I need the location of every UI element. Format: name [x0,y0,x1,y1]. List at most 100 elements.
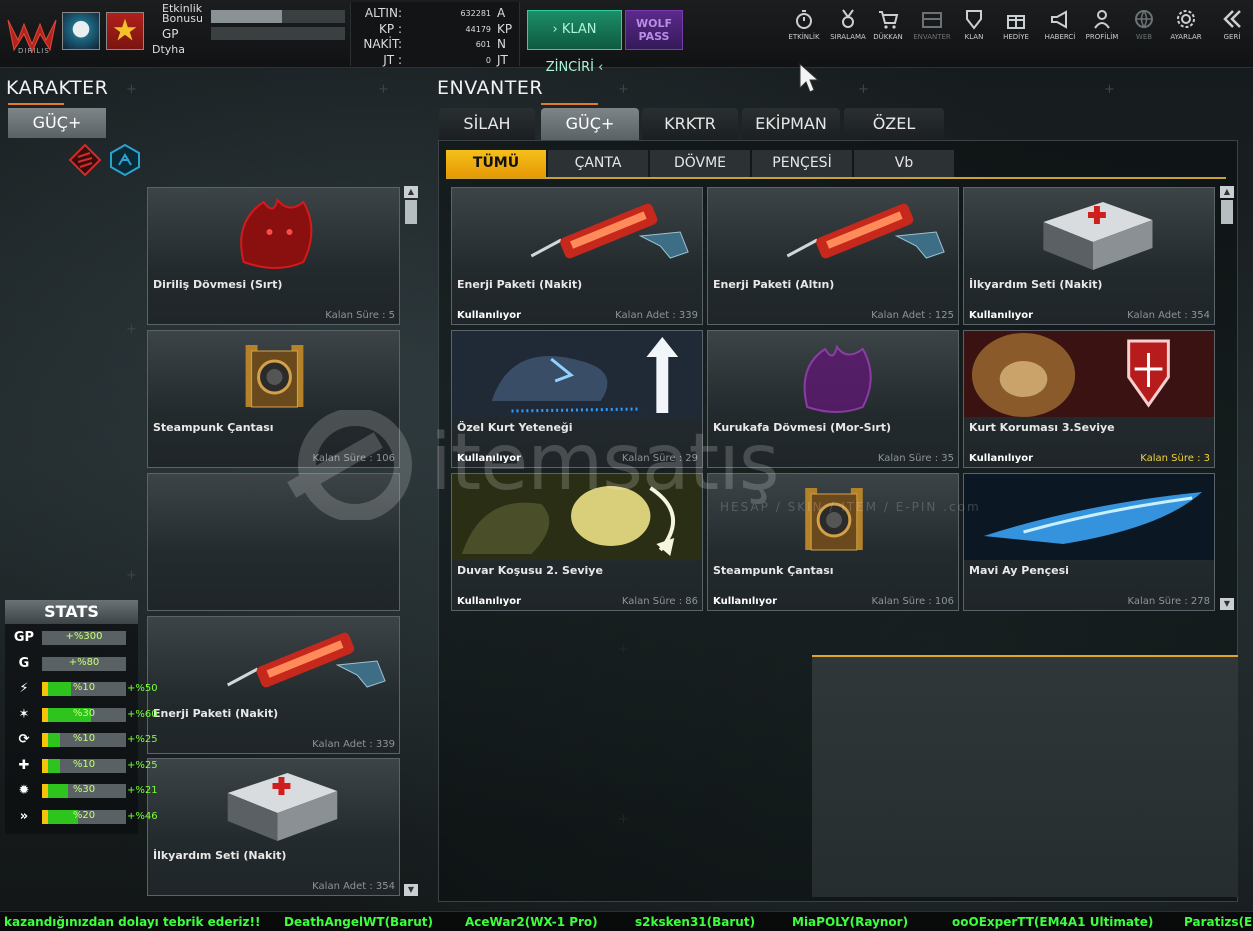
subtab-underline [446,177,1226,179]
event-bonus-fill [211,10,283,23]
klan-chain-button[interactable]: › KLAN ZİNCİRİ ‹ [527,10,622,75]
subtab-4[interactable]: Vb [854,150,954,177]
currency-unit: KP [497,21,513,36]
tab-0[interactable]: SİLAH [439,108,535,140]
stat-label: GP [13,630,35,645]
nav-back[interactable]: GERİ [1210,8,1253,58]
avatar[interactable] [62,12,100,50]
tab-4[interactable]: ÖZEL [844,108,944,140]
ticker-item: DeathAngelWT(Barut) [284,915,433,929]
item-card[interactable]: İlkyardım Seti (Nakit) Kullanılıyor Kalan … [963,187,1215,325]
stat-value: +%300 [65,631,103,642]
ticker-item: Paratizs(E [1184,915,1253,929]
item-name: Özel Kurt Yeteneği [457,421,573,434]
wolf-pass-button[interactable]: WOLF PASS [625,10,683,50]
item-card[interactable]: Kurukafa Dövmesi (Mor-Sırt) Kalan Süre : … [707,330,959,468]
nav-profile[interactable]: PROFİLİM [1080,8,1124,58]
subtab-0[interactable]: TÜMÜ [446,150,546,177]
stat-bar: %10 [42,733,126,747]
nav-gear[interactable]: AYARLAR [1164,8,1208,58]
red-skill-icon[interactable] [68,143,102,177]
nav-gift[interactable]: HEDİYE [994,8,1038,58]
stat-row: ✚ %10 +%25 [5,757,158,774]
wallrun-image [452,474,702,560]
news-ticker: kazandığınızdan dolayı tebrik ederiz!! De… [0,911,1253,931]
grid-marker: + [126,322,137,337]
stat-label: G [18,655,30,671]
subtab-2[interactable]: DÖVME [650,150,750,177]
stat-bar: %30 [42,784,126,798]
nav-megaphone[interactable]: HABERCİ [1038,8,1082,58]
item-name: Diriliş Dövmesi (Sırt) [153,278,283,291]
nav-label: HABERCİ [1044,33,1076,41]
item-remaining: Kalan Süre : 106 [312,453,395,464]
tab-1[interactable]: GÜÇ+ [541,108,639,140]
item-remaining: Kalan Adet : 339 [615,310,698,321]
nav-label: GERİ [1223,33,1241,41]
scroll-down-button[interactable]: ▼ [404,884,418,896]
tab-2[interactable]: KRKTR [642,108,738,140]
item-card[interactable]: Özel Kurt Yeteneği Kullanılıyor Kalan Süre… [451,330,703,468]
item-name: Kurt Koruması 3.Seviye [969,421,1115,434]
stats-panel: GP +%300 G +%80 ⚡ %10 +%50 ✶ %30 +%60 ⟳ %10 +%25 ✚ %10… [5,624,158,834]
item-card[interactable]: Enerji Paketi (Nakit) Kalan Adet : 339 [147,616,400,754]
item-name: Steampunk Çantası [713,564,834,577]
subtab-3[interactable]: PENÇESİ [752,150,852,177]
scroll-up-button[interactable]: ▲ [1220,186,1234,198]
item-name: Kurukafa Dövmesi (Mor-Sırt) [713,421,892,434]
item-remaining: Kalan Adet : 354 [312,881,395,892]
nav-medal[interactable]: SIRALAMA [826,8,870,58]
item-card[interactable]: Duvar Koşusu 2. Seviye Kullanılıyor Kalan … [451,473,703,611]
blue-skill-icon[interactable] [108,143,142,177]
karakter-title-underline [8,103,64,105]
nav-label: DÜKKAN [873,33,903,41]
stat-bar: %20 [42,809,126,824]
tab-3[interactable]: EKİPMAN [742,108,840,140]
currency-value: 44179 [465,24,491,34]
item-status: Kullanılıyor [457,596,522,607]
scroll-thumb[interactable] [1221,200,1233,224]
envanter-scrollbar[interactable]: ▲ ▼ [1220,186,1234,612]
item-card[interactable]: Steampunk Çantası Kalan Süre : 106 [147,330,400,468]
stat-value: %30 [72,784,96,795]
item-card[interactable] [147,473,400,611]
gear-icon [1177,10,1195,28]
stat-value: %10 [72,682,96,693]
item-card[interactable]: Diriliş Dövmesi (Sırt) Kalan Süre : 5 [147,187,400,325]
heal-icon: ✚ [18,757,30,773]
nav-globe[interactable]: WEB [1122,8,1166,58]
item-card[interactable]: Enerji Paketi (Nakit) Kullanılıyor Kalan A… [451,187,703,325]
grid-marker: + [1104,82,1115,97]
scroll-up-button[interactable]: ▲ [404,186,418,198]
item-card[interactable]: Enerji Paketi (Altın) Kalan Adet : 125 [707,187,959,325]
nav-cart[interactable]: DÜKKAN [866,8,910,58]
item-status: Kullanılıyor [713,596,778,607]
stat-bonus: +%50 [127,683,158,694]
currency-row: JT : 0 JT [351,53,521,68]
item-card[interactable]: İlkyardım Seti (Nakit) Kalan Adet : 354 [147,758,400,896]
karakter-scrollbar[interactable]: ▲ ▼ [404,186,418,898]
ticker-item: MiaPOLY(Raynor) [792,915,909,929]
item-name: Duvar Koşusu 2. Seviye [457,564,603,577]
item-remaining: Kalan Süre : 3 [1140,453,1210,464]
subtab-1[interactable]: ÇANTA [548,150,648,177]
stat-bar: +%80 [42,656,126,671]
nav-stopwatch[interactable]: ETKİNLİK [782,8,826,58]
item-card[interactable]: Steampunk Çantası Kullanılıyor Kalan Süre … [707,473,959,611]
medal-icon [842,9,854,28]
grid-marker: + [618,82,629,97]
scroll-down-button[interactable]: ▼ [1220,598,1234,610]
stat-row: G +%80 [5,656,155,672]
item-card[interactable]: Mavi Ay Pençesi Kalan Süre : 278 [963,473,1215,611]
wolfshield-image [964,331,1214,417]
currency-row: ALTIN: 632281 A [351,6,521,21]
stat-bar: +%300 [42,631,126,645]
nav-shield[interactable]: KLAN [952,8,996,58]
currency-row: NAKİT: 601 N [351,37,521,52]
scroll-thumb[interactable] [405,200,417,224]
wolfskill-image [452,331,702,417]
nav-inventory[interactable]: ENVANTER [910,8,954,58]
gift-icon [1007,15,1025,29]
tab-karakter-guc[interactable]: GÜÇ+ [8,108,106,138]
item-card[interactable]: Kurt Koruması 3.Seviye Kullanılıyor Kalan … [963,330,1215,468]
